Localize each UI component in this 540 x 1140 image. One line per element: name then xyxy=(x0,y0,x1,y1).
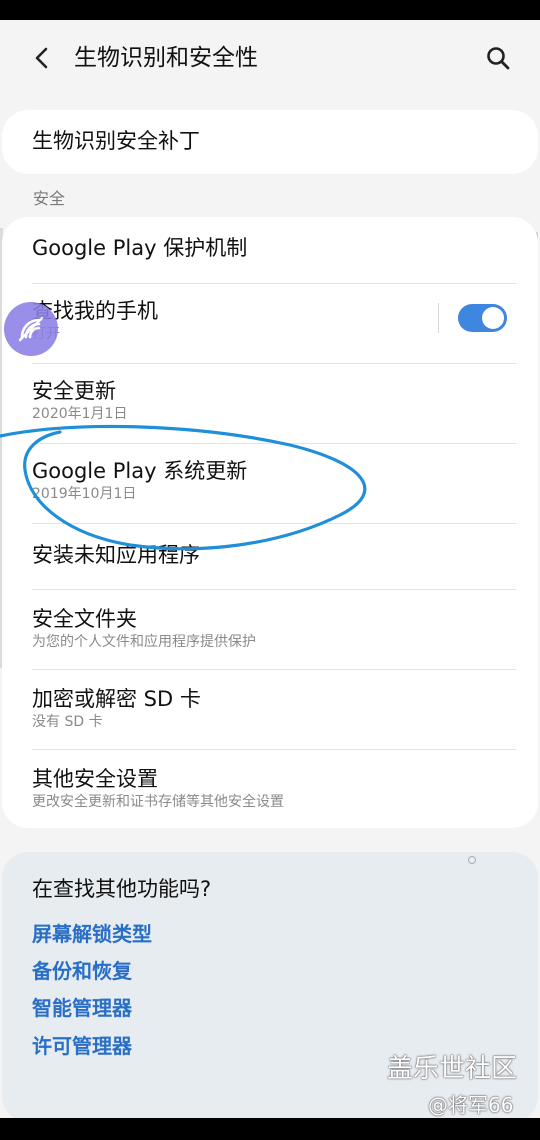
app-header: 生物识别和安全性 xyxy=(0,20,540,96)
section-header-security: 安全 xyxy=(33,189,66,208)
list-item-install-unknown-apps[interactable]: 安装未知应用程序 xyxy=(2,523,538,589)
back-button[interactable] xyxy=(26,42,58,74)
item-title: Google Play 保护机制 xyxy=(32,236,248,260)
link-backup-restore[interactable]: 备份和恢复 xyxy=(32,957,132,985)
toggle-separator xyxy=(438,303,439,333)
item-subtitle: 为您的个人文件和应用程序提供保护 xyxy=(32,634,256,650)
item-subtitle: 2020年1月1日 xyxy=(32,406,128,422)
list-item-google-play-system-update[interactable]: Google Play 系统更新 2019年10月1日 xyxy=(2,443,538,523)
tiny-dot-marker xyxy=(468,856,476,864)
find-more-title: 在查找其他功能吗? xyxy=(32,877,212,901)
toggle-knob xyxy=(482,307,504,329)
item-title: 安全更新 xyxy=(32,379,116,403)
item-title: 其他安全设置 xyxy=(32,767,158,791)
security-settings-card: Google Play 保护机制 查找我的手机 打开 安全更新 2020年1月1… xyxy=(2,217,538,828)
page-title: 生物识别和安全性 xyxy=(74,45,258,71)
item-title: 加密或解密 SD 卡 xyxy=(32,687,201,711)
biometric-patch-item[interactable]: 生物识别安全补丁 xyxy=(2,110,538,174)
item-title: 安全文件夹 xyxy=(32,607,137,631)
wireless-signal-icon xyxy=(18,316,44,342)
list-item-google-play-protect[interactable]: Google Play 保护机制 xyxy=(2,217,538,283)
item-subtitle: 没有 SD 卡 xyxy=(32,714,103,730)
item-title: 安装未知应用程序 xyxy=(32,543,200,567)
author-watermark: @将军66 xyxy=(428,1093,514,1117)
list-item-security-update[interactable]: 安全更新 2020年1月1日 xyxy=(2,363,538,443)
item-subtitle: 2019年10月1日 xyxy=(32,486,137,502)
navigation-bar xyxy=(0,1118,540,1140)
link-permission-manager[interactable]: 许可管理器 xyxy=(32,1032,132,1060)
link-screen-lock-type[interactable]: 屏幕解锁类型 xyxy=(32,920,152,948)
search-button[interactable] xyxy=(478,40,518,76)
community-watermark: 盖乐世社区 xyxy=(387,1054,518,1084)
biometric-patch-label: 生物识别安全补丁 xyxy=(32,129,200,153)
item-title: Google Play 系统更新 xyxy=(32,459,248,483)
list-item-other-security-settings[interactable]: 其他安全设置 更改安全更新和证书存储等其他安全设置 xyxy=(2,749,538,828)
find-my-mobile-toggle[interactable] xyxy=(458,304,507,332)
search-icon xyxy=(487,47,510,70)
list-item-secure-folder[interactable]: 安全文件夹 为您的个人文件和应用程序提供保护 xyxy=(2,589,538,669)
floating-assistant-button[interactable] xyxy=(4,302,58,356)
item-subtitle: 更改安全更新和证书存储等其他安全设置 xyxy=(32,794,284,810)
list-item-encrypt-sd-card[interactable]: 加密或解密 SD 卡 没有 SD 卡 xyxy=(2,669,538,749)
list-item-find-my-mobile[interactable]: 查找我的手机 打开 xyxy=(2,283,538,363)
link-smart-manager[interactable]: 智能管理器 xyxy=(32,994,132,1022)
back-arrow-icon xyxy=(35,47,48,69)
status-bar xyxy=(0,0,540,20)
